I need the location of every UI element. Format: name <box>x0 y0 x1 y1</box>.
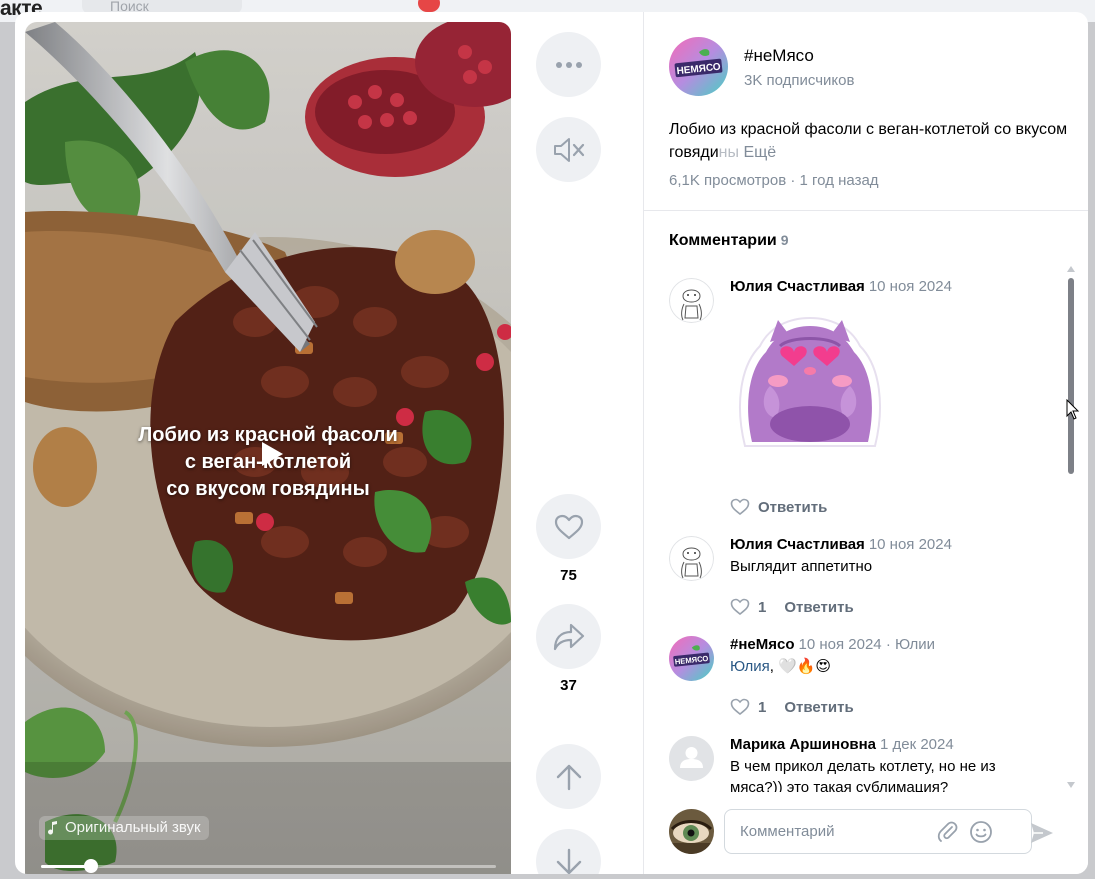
send-icon[interactable] <box>1029 820 1055 846</box>
default-user-icon <box>680 747 703 768</box>
comment-text-body: , 🤍🔥😍 <box>769 658 832 675</box>
comments-title: Комментарии <box>669 232 777 249</box>
comment-date[interactable]: 1 дек 2024 <box>880 736 954 753</box>
reply-button[interactable]: Ответить <box>784 699 853 716</box>
clip-description-fade: ны <box>718 144 739 161</box>
clip-details-panel: НЕМЯСО #неМясо 3K подписчиков Лобио из к… <box>643 12 1088 874</box>
comment-like-icon[interactable] <box>730 498 750 516</box>
play-icon[interactable] <box>259 440 285 468</box>
more-button[interactable] <box>536 32 601 97</box>
share-icon <box>553 623 584 650</box>
sketch-avatar-image <box>669 536 714 581</box>
comment-date[interactable]: 10 ноя 2024 <box>799 636 882 653</box>
comment-author-name[interactable]: #неМясо <box>730 636 795 653</box>
comment-author-name[interactable]: Юлия Счастливая <box>730 278 865 295</box>
show-more-link[interactable]: Ещё <box>743 144 776 161</box>
comment-text: Юлия, 🤍🔥😍 <box>730 656 1050 677</box>
views-count: 6,1K просмотров <box>669 172 787 189</box>
video-caption-line: со вкусом говядины <box>166 478 370 500</box>
likes-count: 75 <box>560 567 577 584</box>
commenter-avatar[interactable] <box>669 536 714 581</box>
scroll-down-arrow-icon[interactable] <box>1067 782 1075 788</box>
previous-clip-button[interactable] <box>536 744 601 809</box>
paperclip-icon[interactable] <box>937 821 959 843</box>
more-icon <box>555 61 582 68</box>
comment-likes-count: 1 <box>758 698 767 716</box>
divider <box>644 210 1088 211</box>
comment-author: Юлия Счастливая 10 ноя 2024 <box>730 278 952 295</box>
comment-like-icon[interactable] <box>730 598 750 616</box>
comment-date[interactable]: 10 ноя 2024 <box>869 278 952 295</box>
post-age: 1 год назад <box>799 172 879 189</box>
comments-scrollbar[interactable] <box>1068 278 1074 474</box>
arrow-up-icon <box>556 764 581 790</box>
comment-author-name[interactable]: Марика Аршиновна <box>730 736 876 753</box>
comment-author: Юлия Счастливая 10 ноя 2024 <box>730 536 952 553</box>
group-avatar[interactable]: НЕМЯСО <box>669 37 728 96</box>
heart-icon <box>554 514 583 539</box>
comment-actions: 1 Ответить <box>730 598 854 616</box>
shares-count: 37 <box>560 677 577 694</box>
arrow-down-icon <box>556 848 581 874</box>
scroll-up-arrow-icon[interactable] <box>1067 266 1075 272</box>
reply-button[interactable]: Ответить <box>758 499 827 516</box>
commenter-avatar[interactable] <box>669 736 714 781</box>
cat-sticker-image <box>739 316 881 447</box>
video-progress-knob[interactable] <box>84 859 99 873</box>
mouse-pointer-icon <box>1066 399 1080 420</box>
current-user-avatar[interactable] <box>669 809 714 854</box>
comment-item: Марика Аршиновна 1 дек 2024 В чем прикол … <box>669 736 1069 796</box>
sketch-avatar-image <box>669 278 714 323</box>
music-note-icon <box>48 821 57 835</box>
reply-separator: · <box>885 636 891 653</box>
smile-icon[interactable] <box>969 820 993 844</box>
comment-author-name[interactable]: Юлия Счастливая <box>730 536 865 553</box>
comment-actions: Ответить <box>730 498 827 516</box>
video-player[interactable]: Лобио из красной фасоли с веган-котлетой… <box>25 22 511 874</box>
share-button[interactable] <box>536 604 601 669</box>
comment-text: Выглядит аппетитно <box>730 558 873 575</box>
original-sound-label: Оригинальный звук <box>65 819 201 836</box>
comment-item: Юлия Счастливая 10 ноя 2024 Выглядит аппе… <box>669 536 1069 616</box>
video-progress-bar[interactable] <box>41 859 496 873</box>
mute-icon <box>553 137 584 162</box>
comment-text: В чем прикол делать котлету, но не из мя… <box>730 758 996 796</box>
comment-like-icon[interactable] <box>730 698 750 716</box>
comment-composer <box>644 792 1088 874</box>
commenter-avatar[interactable] <box>669 278 714 323</box>
like-button[interactable] <box>536 494 601 559</box>
clip-description: Лобио из красной фасоли с веган-котлетой… <box>669 118 1069 164</box>
comment-author: #неМясо 10 ноя 2024 · Юлии <box>730 636 935 653</box>
next-clip-button[interactable] <box>536 829 601 874</box>
original-sound-chip[interactable]: Оригинальный звук <box>39 816 209 840</box>
comment-date[interactable]: 10 ноя 2024 <box>869 536 952 553</box>
mute-button[interactable] <box>536 117 601 182</box>
comment-item: НЕМЯСО #неМясо 10 ноя 2024 · Юлии Юлия, 🤍… <box>669 636 1069 716</box>
comments-count: 9 <box>780 232 789 248</box>
meta-separator: · <box>790 172 796 189</box>
comment-item: Юлия Счастливая 10 ноя 2024 Ответить <box>669 278 1069 516</box>
clip-meta: 6,1K просмотров · 1 год назад <box>669 172 879 189</box>
eye-photo-image <box>669 809 714 854</box>
comment-author: Марика Аршиновна 1 дек 2024 <box>730 736 954 753</box>
comments-heading: Комментарии 9 <box>669 232 789 250</box>
group-logo: НЕМЯСО <box>669 37 728 96</box>
group-logo: НЕМЯСО <box>669 636 714 681</box>
clip-modal: Лобио из красной фасоли с веган-котлетой… <box>15 12 1088 874</box>
group-subscribers: 3K подписчиков <box>744 72 855 89</box>
comment-actions: 1 Ответить <box>730 698 854 716</box>
mention-link[interactable]: Юлия <box>730 658 770 675</box>
reply-button[interactable]: Ответить <box>784 599 853 616</box>
commenter-avatar[interactable]: НЕМЯСО <box>669 636 714 681</box>
group-name[interactable]: #неМясо <box>744 46 814 66</box>
reply-to-name[interactable]: Юлии <box>895 636 935 653</box>
comment-likes-count: 1 <box>758 598 767 616</box>
